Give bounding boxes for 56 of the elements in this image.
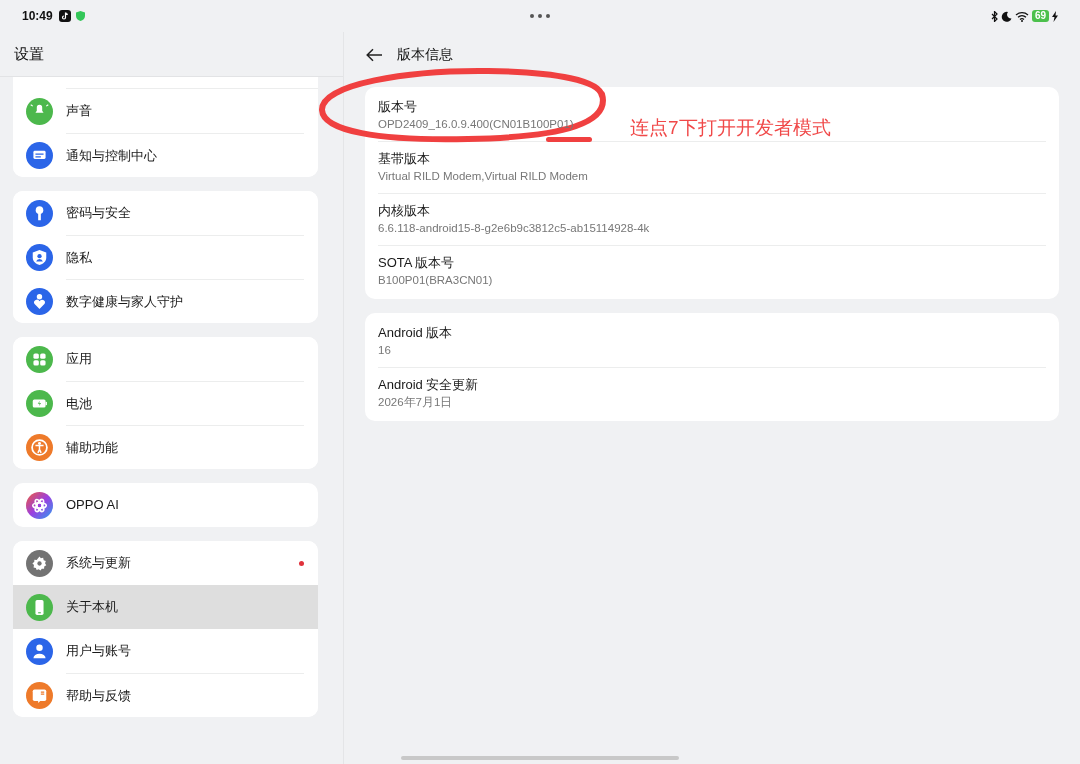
- item-label: 隐私: [66, 248, 92, 267]
- info-label: 内核版本: [378, 202, 431, 220]
- info-value: 2026年7月1日: [378, 395, 453, 410]
- charging-icon: [1052, 10, 1058, 22]
- info-value: OPD2409_16.0.9.400(CN01B100P01): [378, 116, 574, 132]
- bluetooth-icon: [990, 10, 998, 22]
- info-label: SOTA 版本号: [378, 254, 456, 272]
- app-notification-icon: [58, 10, 71, 22]
- battery-icon: [26, 389, 53, 417]
- more-icon[interactable]: [530, 14, 550, 18]
- info-label: 基带版本: [378, 150, 431, 168]
- settings-item[interactable]: 数字健康与家人守护: [13, 279, 318, 323]
- bell-icon: [26, 97, 53, 125]
- item-label: OPPO AI: [66, 496, 119, 515]
- accessibility-icon: [26, 433, 53, 461]
- key-icon: [26, 199, 53, 227]
- book-icon: [26, 681, 53, 709]
- apps-grid-icon: [26, 345, 53, 373]
- shield-person-icon: [26, 243, 53, 271]
- settings-item[interactable]: 关于本机: [13, 585, 318, 629]
- person-icon: [26, 637, 53, 665]
- item-label: 通知与控制中心: [66, 146, 157, 165]
- item-label: 用户与账号: [66, 642, 131, 661]
- info-value: 6.6.118-android15-8-g2e6b9c3812c5-ab15114928-4k: [378, 221, 650, 236]
- item-label: 系统与更新: [66, 554, 131, 573]
- gear-icon: [26, 549, 53, 577]
- item-label: 关于本机: [66, 598, 118, 617]
- info-label: Android 安全更新: [378, 376, 480, 394]
- info-label: Android 版本: [378, 323, 454, 342]
- item-label: 帮助与反馈: [66, 686, 131, 705]
- settings-item[interactable]: 通知与控制中心: [13, 133, 318, 177]
- back-arrow-icon[interactable]: [366, 47, 383, 62]
- annotation-text: 连点7下打开开发者模式: [630, 116, 831, 140]
- wifi-icon: [1014, 10, 1029, 22]
- sidebar-title: 设置: [14, 43, 44, 64]
- info-value: Virtual RILD Modem,Virtual RILD Modem: [378, 169, 588, 184]
- shield-icon: [75, 11, 85, 21]
- info-value: 16: [378, 342, 391, 358]
- moon-icon: [1000, 10, 1012, 22]
- page-title: 版本信息: [397, 45, 453, 64]
- info-label: 版本号: [378, 97, 418, 116]
- item-label: 数字健康与家人守护: [66, 292, 183, 311]
- battery-level: 69: [1031, 10, 1049, 22]
- info-value: B100P01(BRA3CN01): [378, 273, 493, 288]
- phone-icon: [26, 593, 53, 621]
- item-label: 电池: [66, 394, 92, 413]
- flower-icon: [26, 491, 53, 519]
- settings-item[interactable]: 帮助与反馈: [13, 673, 318, 717]
- settings-item[interactable]: 辅助功能: [13, 425, 318, 469]
- item-label: 应用: [66, 350, 92, 369]
- item-label: 辅助功能: [66, 438, 118, 457]
- item-label: 声音: [66, 102, 92, 121]
- underline-stroke: [546, 137, 592, 142]
- status-time: 10:49: [22, 8, 53, 25]
- message-card-icon: [26, 141, 53, 169]
- item-label: 密码与安全: [66, 204, 131, 223]
